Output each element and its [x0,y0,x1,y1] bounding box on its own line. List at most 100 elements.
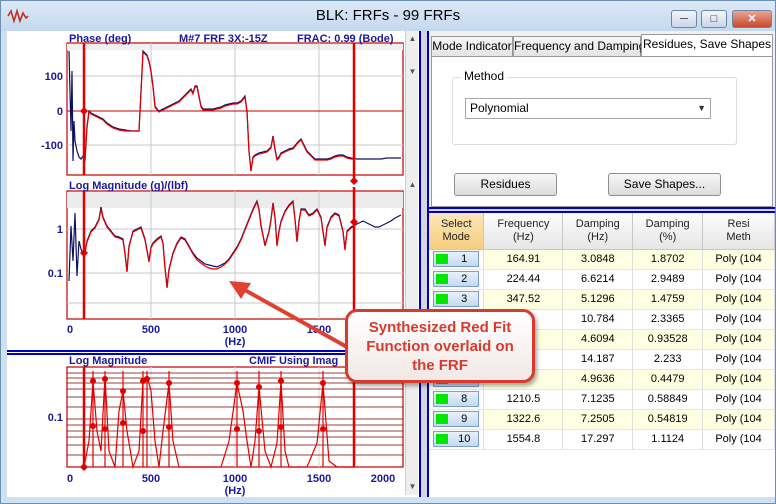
residue-method-cell[interactable]: Poly (104 [702,329,775,350]
controls-pane: Mode Indicator Frequency and Damping Res… [429,31,775,497]
select-mode-button[interactable]: 2 [433,271,480,287]
plot-scrollbar[interactable]: ▲ ▼ ▲ ▼ [405,31,418,347]
table-row[interactable]: 3 347.52 5.1296 1.4759 Poly (104 [429,289,775,310]
residue-method-cell[interactable]: Poly (104 [702,389,775,410]
column-header-frequency[interactable]: Frequency (Hz) [483,213,564,250]
damping-percent-cell[interactable]: 1.8702 [632,249,704,270]
residue-method-cell[interactable]: Poly (104 [702,289,775,310]
select-mode-cell[interactable]: 9 [429,409,485,430]
scroll-down-icon[interactable]: ▼ [407,66,418,78]
damping-percent-cell[interactable]: 2.3365 [632,309,704,330]
magnitude-xtick-label: 500 [142,324,160,336]
column-header-damping-percent[interactable]: Damping (%) [632,213,704,250]
damping-hz-cell[interactable]: 7.1235 [562,389,634,410]
damping-percent-cell[interactable]: 0.54819 [632,409,704,430]
mode-number: 9 [461,413,468,425]
cursor-handle[interactable] [350,177,358,185]
frf-plots[interactable]: Phase (deg) M#7 FRF 3X:-15Z FRAC: 0.99 (… [7,31,419,497]
minimize-button[interactable]: ─ [671,10,697,28]
select-mode-cell[interactable]: 10 [429,429,485,450]
damping-hz-cell[interactable]: 17.297 [562,429,634,450]
frequency-cell[interactable]: 1210.5 [483,389,564,410]
table-row[interactable]: 10 1554.8 17.297 1.1124 Poly (104 [429,429,775,450]
column-header-damping-hz[interactable]: Damping (Hz) [562,213,634,250]
damping-percent-cell[interactable]: 0.93528 [632,329,704,350]
residue-method-cell[interactable]: Poly (104 [702,309,775,330]
table-row[interactable]: 9 1322.6 7.2505 0.54819 Poly (104 [429,409,775,430]
close-icon: ✕ [747,13,757,25]
maximize-icon: □ [710,13,718,25]
annotation-callout: Synthesized Red Fit Function overlaid on… [345,309,535,383]
select-mode-button[interactable]: 3 [433,291,480,307]
mode-number: 1 [461,253,468,265]
select-mode-button[interactable]: 8 [433,391,480,407]
select-mode-cell[interactable]: 1 [429,249,485,270]
damping-percent-cell[interactable]: 1.4759 [632,289,704,310]
tab-frequency-and-damping[interactable]: Frequency and Damping [513,36,645,56]
table-row[interactable]: 2 224.44 6.6214 2.9489 Poly (104 [429,269,775,290]
method-label: Method [461,69,508,83]
damping-percent-cell[interactable]: 0.58849 [632,389,704,410]
damping-hz-cell[interactable]: 4.9636 [562,369,634,390]
select-mode-button[interactable]: 1 [433,251,480,267]
phase-plot-info: FRAC: 0.99 (Bode) [297,33,394,45]
scroll-up-icon[interactable]: ▲ [407,33,418,45]
select-mode-button[interactable]: 10 [433,431,480,447]
damping-percent-cell[interactable]: 1.1124 [632,429,704,450]
residue-method-cell[interactable]: Poly (104 [702,429,775,450]
column-header-select-mode[interactable]: Select Mode [429,213,485,250]
damping-hz-cell[interactable]: 4.6094 [562,329,634,350]
scroll-down-icon[interactable]: ▼ [407,481,418,493]
residue-method-cell[interactable]: Poly (104 [702,349,775,370]
cmif-plot-title: Log Magnitude [69,355,147,367]
damping-percent-cell[interactable]: 0.4479 [632,369,704,390]
tab-mode-indicator[interactable]: Mode Indicator [431,36,513,56]
callout-text: Function overlaid on [366,338,514,355]
residues-button[interactable]: Residues [454,173,557,196]
damping-percent-cell[interactable]: 2.9489 [632,269,704,290]
maximize-button[interactable]: □ [701,10,727,28]
damping-hz-cell[interactable]: 5.1296 [562,289,634,310]
phase-ytick-label: 0 [57,106,63,118]
scroll-up-icon[interactable]: ▲ [407,179,418,191]
column-header-residue-method[interactable]: Resi Meth [702,213,775,250]
damping-hz-cell[interactable]: 14.187 [562,349,634,370]
magnitude-xtick-label: 0 [67,324,73,336]
damping-hz-cell[interactable]: 7.2505 [562,409,634,430]
select-mode-cell[interactable]: 3 [429,289,485,310]
damping-percent-cell[interactable]: 2.233 [632,349,704,370]
pane-splitter[interactable] [419,31,429,497]
phase-plot[interactable]: Phase (deg) M#7 FRF 3X:-15Z FRAC: 0.99 (… [41,33,404,185]
cmif-xtick-label: 1500 [307,473,331,485]
table-row[interactable]: 1 164.91 3.0848 1.8702 Poly (104 [429,249,775,270]
table-row[interactable]: 8 1210.5 7.1235 0.58849 Poly (104 [429,389,775,410]
close-button[interactable]: ✕ [732,10,772,28]
save-shapes-button[interactable]: Save Shapes... [608,173,721,196]
minimize-icon: ─ [680,13,688,25]
frequency-cell[interactable]: 1322.6 [483,409,564,430]
app-window: BLK: FRFs - 99 FRFs ─ □ ✕ Phase (deg) M#… [0,0,776,504]
title-bar[interactable]: BLK: FRFs - 99 FRFs ─ □ ✕ [1,1,775,31]
tab-residues-save-shapes[interactable]: Residues, Save Shapes [641,34,773,57]
damping-hz-cell[interactable]: 3.0848 [562,249,634,270]
mode-number: 8 [461,393,468,405]
magnitude-ytick-label: 1 [57,224,63,236]
damping-hz-cell[interactable]: 10.784 [562,309,634,330]
residue-method-cell[interactable]: Poly (104 [702,249,775,270]
residue-method-cell[interactable]: Poly (104 [702,369,775,390]
frequency-cell[interactable]: 164.91 [483,249,564,270]
tab-panel: Method Polynomial ▼ Residues Save Shapes… [431,56,773,207]
residue-method-cell[interactable]: Poly (104 [702,269,775,290]
select-mode-cell[interactable]: 2 [429,269,485,290]
select-mode-cell[interactable]: 8 [429,389,485,410]
method-dropdown[interactable]: Polynomial ▼ [465,98,711,119]
cmif-xtick-label: 0 [67,473,73,485]
select-mode-button[interactable]: 9 [433,411,480,427]
damping-hz-cell[interactable]: 6.6214 [562,269,634,290]
frequency-cell[interactable]: 224.44 [483,269,564,290]
frequency-cell[interactable]: 347.52 [483,289,564,310]
phase-plot-title: Phase (deg) [69,33,132,45]
residue-method-cell[interactable]: Poly (104 [702,409,775,430]
frequency-cell[interactable]: 1554.8 [483,429,564,450]
magnitude-ytick-label: 0.1 [48,268,63,280]
